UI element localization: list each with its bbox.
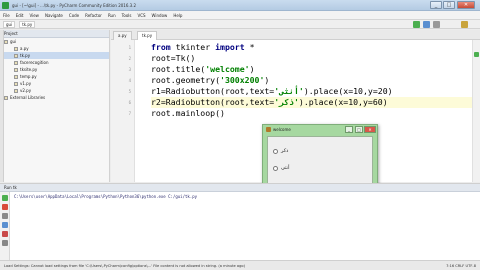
- tk-window-title: welcome: [273, 127, 291, 132]
- line-number: 5: [128, 89, 131, 94]
- close-button[interactable]: ✕: [457, 1, 475, 9]
- menu-bar: File Edit View Navigate Code Refactor Ru…: [0, 11, 480, 20]
- radio-circle-icon: [273, 165, 278, 171]
- help-icon[interactable]: [2, 240, 8, 246]
- search-everywhere-icon[interactable]: [461, 21, 468, 28]
- status-indicators[interactable]: 7:16 CRLF UTF-8: [446, 264, 476, 268]
- pause-icon[interactable]: [2, 213, 8, 219]
- radio-circle-icon: [273, 148, 278, 154]
- radio-label-1: ذكر: [281, 148, 289, 154]
- minimize-button[interactable]: _: [430, 1, 442, 9]
- breadcrumb-file[interactable]: tk.py: [19, 20, 36, 28]
- run-panel: Run tk C:\Users\user\AppData\Local\Progr…: [0, 183, 480, 261]
- python-file-icon: [14, 61, 18, 65]
- stop-icon[interactable]: [433, 21, 440, 28]
- maximize-button[interactable]: □: [443, 1, 455, 9]
- tree-item-file[interactable]: facerecogition: [0, 59, 109, 66]
- run-icon[interactable]: [413, 21, 420, 28]
- tab-a-py[interactable]: a.py: [113, 31, 132, 40]
- run-panel-header[interactable]: Run tk: [0, 184, 480, 192]
- window-title: gui - [~\gui] - ...\tk.py - PyCharm Comm…: [12, 3, 137, 8]
- project-panel: Project gui a.py tk.py facerecogition tk…: [0, 30, 110, 182]
- radio-label-2: أنثى: [281, 165, 290, 171]
- menu-help[interactable]: Help: [173, 13, 182, 18]
- code-line-1: from tkinter import *: [151, 42, 255, 52]
- tree-item-file[interactable]: v1.py: [0, 80, 109, 87]
- menu-code[interactable]: Code: [69, 13, 79, 18]
- menu-run[interactable]: Run: [108, 13, 116, 18]
- radio-button-1[interactable]: ذكر: [273, 147, 288, 155]
- menu-file[interactable]: File: [3, 13, 10, 18]
- tree-item-file[interactable]: v2.py: [0, 87, 109, 94]
- status-bar: Load Settings: Cannot load settings from…: [0, 260, 480, 270]
- radio-button-2[interactable]: أنثى: [273, 164, 289, 172]
- close-run-icon[interactable]: [2, 231, 8, 237]
- inspection-ok-icon: [474, 52, 479, 57]
- tk-minimize-button[interactable]: _: [345, 126, 353, 133]
- line-number-gutter: 1 2 3 4 5 6 7: [111, 40, 135, 182]
- window-titlebar: gui - [~\gui] - ...\tk.py - PyCharm Comm…: [0, 0, 480, 11]
- run-command-output: C:\Users\user\AppData\Local\Programs\Pyt…: [14, 194, 198, 199]
- tree-item-root[interactable]: gui: [0, 38, 109, 45]
- code-line-7: root.mainloop(): [151, 108, 225, 118]
- run-toolbar: [0, 192, 10, 261]
- menu-vcs[interactable]: VCS: [137, 13, 145, 18]
- menu-edit[interactable]: Edit: [16, 13, 24, 18]
- rerun-icon[interactable]: [2, 195, 8, 201]
- tk-close-button[interactable]: ✕: [364, 126, 376, 133]
- line-number: 4: [128, 78, 131, 83]
- line-number: 3: [128, 67, 131, 72]
- menu-view[interactable]: View: [29, 13, 39, 18]
- pycharm-window: gui - [~\gui] - ...\tk.py - PyCharm Comm…: [0, 0, 480, 270]
- menu-navigate[interactable]: Navigate: [45, 13, 63, 18]
- tree-item-external-libraries[interactable]: External Libraries: [0, 94, 109, 101]
- python-file-icon: [14, 89, 18, 93]
- status-message[interactable]: Load Settings: Cannot load settings from…: [4, 264, 245, 268]
- tree-item-file-selected[interactable]: tk.py: [0, 52, 109, 59]
- python-file-icon: [14, 47, 18, 51]
- scroll-to-end-icon[interactable]: [2, 222, 8, 228]
- editor-tabs: a.py tk.py: [111, 30, 480, 40]
- python-file-icon: [14, 75, 18, 79]
- library-icon: [4, 96, 8, 100]
- code-line-2: root=Tk(): [151, 53, 196, 63]
- tree-item-file[interactable]: a.py: [0, 45, 109, 52]
- line-number: 7: [128, 111, 131, 116]
- tab-tk-py[interactable]: tk.py: [137, 31, 158, 40]
- menu-window[interactable]: Window: [152, 13, 168, 18]
- code-line-4: root.geometry('300x200'): [151, 75, 270, 85]
- python-file-icon: [14, 82, 18, 86]
- folder-icon: [4, 40, 8, 44]
- menu-refactor[interactable]: Refactor: [85, 13, 102, 18]
- line-number: 1: [128, 45, 131, 50]
- project-panel-header[interactable]: Project: [0, 30, 109, 38]
- left-tool-strip: [0, 30, 4, 182]
- python-file-icon: [14, 54, 18, 58]
- editor-scroll-marker-strip[interactable]: [472, 40, 480, 182]
- tk-feather-icon: [266, 127, 271, 132]
- tk-maximize-button[interactable]: □: [355, 126, 363, 133]
- menu-tools[interactable]: Tools: [122, 13, 132, 18]
- code-line-3: root.title('welcome'): [151, 64, 255, 74]
- tree-item-file[interactable]: temp.py: [0, 73, 109, 80]
- code-line-5: r1=Radiobutton(root,text='أنثى').place(x…: [151, 86, 393, 96]
- tree-item-file[interactable]: tksite.py: [0, 66, 109, 73]
- stop-icon[interactable]: [2, 204, 8, 210]
- line-number: 6: [128, 100, 131, 105]
- code-line-6-current: r2=Radiobutton(root,text='ذكر').place(x=…: [151, 97, 480, 108]
- debug-icon[interactable]: [423, 21, 430, 28]
- tk-titlebar[interactable]: welcome _ □ ✕: [263, 125, 377, 135]
- line-number: 2: [128, 56, 131, 61]
- navigation-toolbar: gui tk.py: [0, 20, 480, 29]
- breadcrumb-project[interactable]: gui: [3, 20, 16, 28]
- pycharm-app-icon: [2, 2, 9, 9]
- python-file-icon: [14, 68, 18, 72]
